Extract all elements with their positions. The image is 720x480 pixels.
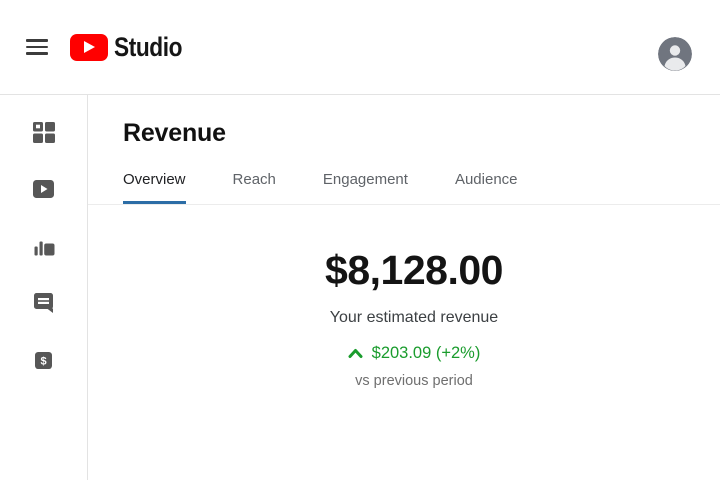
tab-engagement[interactable]: Engagement <box>323 171 408 204</box>
page-body: $ Revenue Overview Reach Engagement Audi… <box>0 95 720 480</box>
revenue-caption: Your estimated revenue <box>108 309 720 327</box>
tab-overview[interactable]: Overview <box>123 171 186 204</box>
hamburger-menu-icon[interactable] <box>26 39 48 55</box>
revenue-comparison: vs previous period <box>108 373 720 389</box>
trend-up-icon <box>348 348 363 359</box>
sidebar-item-analytics[interactable] <box>32 234 56 258</box>
main-content: Revenue Overview Reach Engagement Audien… <box>88 95 720 480</box>
analytics-icon <box>33 236 55 256</box>
top-app-bar: Studio <box>0 0 720 95</box>
user-avatar[interactable] <box>658 37 692 71</box>
sidebar-item-comments[interactable] <box>32 291 56 315</box>
avatar-person-icon <box>658 37 692 71</box>
tab-reach[interactable]: Reach <box>233 171 276 204</box>
svg-text:$: $ <box>40 355 46 367</box>
revenue-value: $8,128.00 <box>108 247 720 294</box>
analytics-tab-bar: Overview Reach Engagement Audience <box>88 171 720 205</box>
youtube-play-icon <box>70 34 108 61</box>
content-icon <box>33 180 54 198</box>
app-name: Studio <box>114 32 182 63</box>
revenue-metric-block: $8,128.00 Your estimated revenue $203.09… <box>88 247 720 389</box>
youtube-studio-logo[interactable]: Studio <box>70 32 195 63</box>
tab-audience[interactable]: Audience <box>455 171 518 204</box>
page-title: Revenue <box>123 119 720 148</box>
dashboard-icon <box>33 122 55 143</box>
monetization-icon: $ <box>35 352 52 369</box>
revenue-delta: $203.09 (+2%) <box>372 344 481 363</box>
comments-icon <box>34 293 54 313</box>
sidebar-item-content[interactable] <box>32 177 56 201</box>
sidebar-item-monetization[interactable]: $ <box>32 348 56 372</box>
revenue-delta-row: $203.09 (+2%) <box>348 344 481 363</box>
sidebar-nav: $ <box>0 95 88 480</box>
sidebar-item-dashboard[interactable] <box>32 120 56 144</box>
